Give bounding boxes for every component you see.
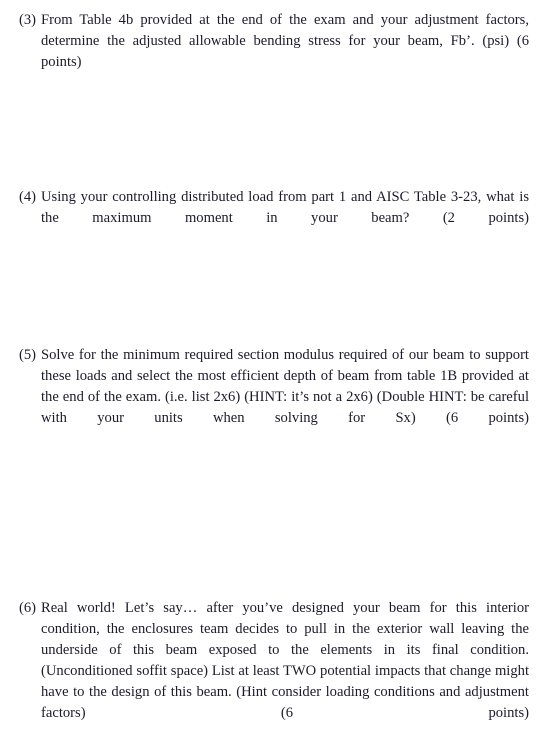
question-number-6: (6): [19, 600, 37, 616]
question-number-5: (5): [19, 347, 37, 363]
answer-area-6[interactable]: [41, 708, 529, 725]
exam-page: (3) From Table 4b provided at the end of…: [0, 0, 552, 727]
answer-area-3[interactable]: [41, 78, 529, 183]
question-number-4: (4): [19, 189, 37, 205]
answer-area-5[interactable]: [41, 428, 529, 594]
answer-area-4[interactable]: [41, 232, 529, 342]
question-number-3: (3): [19, 12, 37, 28]
